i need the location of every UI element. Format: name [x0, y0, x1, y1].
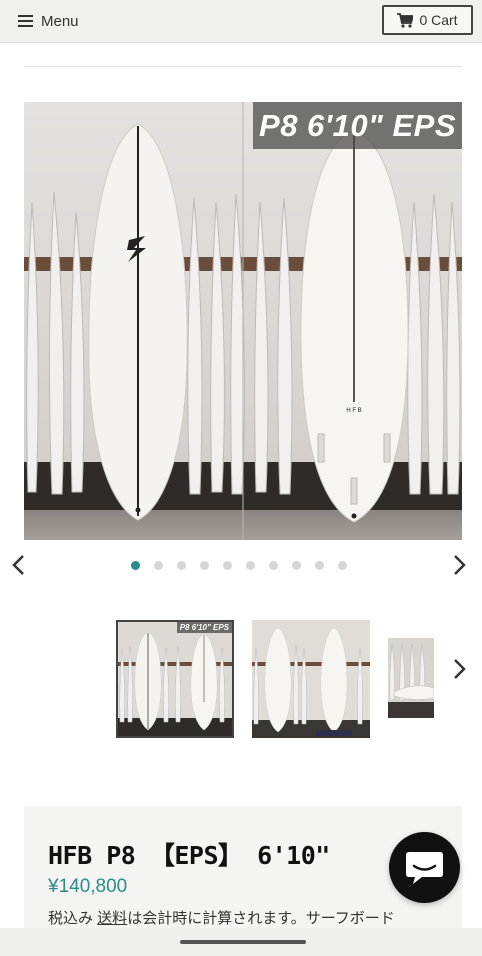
shipping-link[interactable]: 送料: [97, 910, 127, 927]
system-navigation-bar: [0, 928, 482, 956]
thumbnail-2[interactable]: [252, 620, 370, 738]
menu-button[interactable]: Menu: [18, 11, 79, 31]
chevron-left-icon[interactable]: [10, 553, 26, 581]
cart-icon: [397, 12, 414, 28]
slide-dot[interactable]: [315, 561, 324, 570]
product-price: ¥140,800: [48, 876, 128, 897]
tax-note-prefix: 税込み: [48, 910, 98, 927]
thumbnail-3[interactable]: [388, 638, 434, 718]
slide-dot[interactable]: [292, 561, 301, 570]
menu-label: Menu: [41, 12, 79, 30]
top-bar: Menu 0 Cart: [0, 0, 482, 43]
svg-text:H F B: H F B: [346, 408, 361, 414]
home-indicator[interactable]: [180, 940, 306, 944]
product-title: HFB P8 【EPS】 6'10": [48, 841, 330, 870]
tax-note: 税込み 送料は会計時に計算されます。サーフボード: [48, 907, 395, 928]
slide-dot[interactable]: [246, 561, 255, 570]
chat-icon: [406, 852, 443, 884]
header-divider: [24, 66, 462, 67]
chevron-right-icon[interactable]: [452, 553, 468, 581]
chat-button[interactable]: [389, 832, 460, 903]
thumbnail-strip: P8 6'10" EPS: [116, 620, 436, 738]
image-caption: P8 6'10" EPS: [253, 102, 462, 149]
cart-button[interactable]: 0 Cart: [382, 5, 473, 35]
cart-label: 0 Cart: [419, 12, 458, 28]
slide-dot[interactable]: [223, 561, 232, 570]
slide-indicator: [131, 561, 347, 570]
slide-dot[interactable]: [154, 561, 163, 570]
thumbnail-1[interactable]: P8 6'10" EPS: [116, 620, 234, 738]
tax-note-suffix: は会計時に計算されます。サーフボード: [127, 910, 395, 927]
hamburger-icon: [18, 15, 33, 27]
slide-dot[interactable]: [338, 561, 347, 570]
slide-dot[interactable]: [131, 561, 140, 570]
thumbnail-caption: P8 6'10" EPS: [176, 622, 232, 633]
thumbnail-next-icon[interactable]: [452, 657, 468, 685]
slide-dot[interactable]: [200, 561, 209, 570]
slide-dot[interactable]: [269, 561, 278, 570]
product-main-image[interactable]: H F B P8 6'10" EPS: [24, 102, 462, 540]
slide-dot[interactable]: [177, 561, 186, 570]
